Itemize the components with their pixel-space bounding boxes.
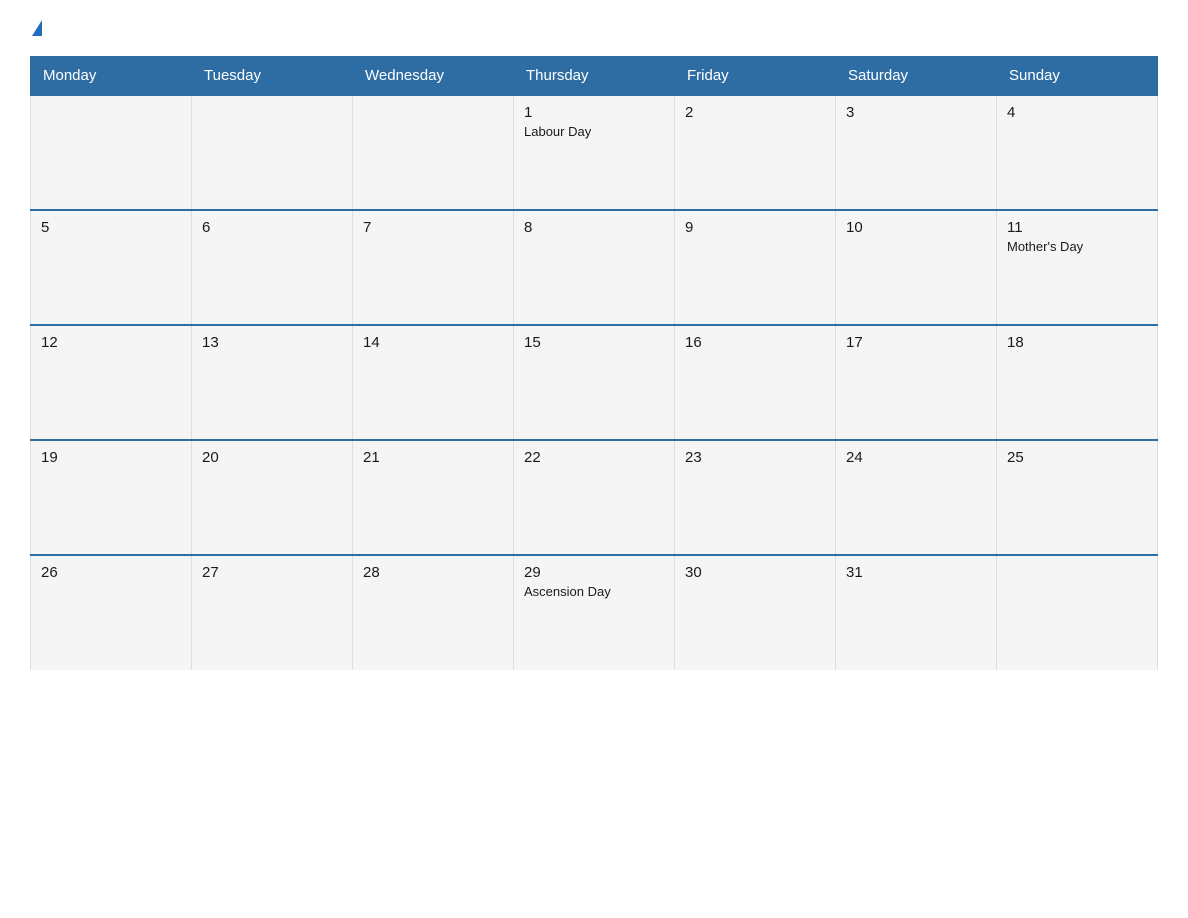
calendar-cell: 5 [31, 210, 192, 325]
holiday-name: Labour Day [524, 124, 664, 139]
calendar-cell: 24 [836, 440, 997, 555]
calendar-cell: 3 [836, 95, 997, 210]
calendar-cell: 31 [836, 555, 997, 670]
day-number: 20 [202, 449, 342, 466]
page-header [30, 20, 1158, 38]
calendar-cell: 28 [353, 555, 514, 670]
day-number: 22 [524, 449, 664, 466]
calendar-cell: 30 [675, 555, 836, 670]
day-number: 15 [524, 334, 664, 351]
day-number: 28 [363, 564, 503, 581]
calendar-cell: 17 [836, 325, 997, 440]
calendar-cell: 6 [192, 210, 353, 325]
calendar-cell: 1 Labour Day [514, 95, 675, 210]
calendar-cell: 18 [997, 325, 1158, 440]
logo [30, 20, 42, 38]
calendar-cell: 13 [192, 325, 353, 440]
calendar-cell: 11 Mother's Day [997, 210, 1158, 325]
calendar-cell: 23 [675, 440, 836, 555]
day-number: 7 [363, 219, 503, 236]
calendar-cell: 25 [997, 440, 1158, 555]
weekday-header-thursday: Thursday [514, 57, 675, 96]
day-number: 8 [524, 219, 664, 236]
calendar-cell: 27 [192, 555, 353, 670]
calendar-week-row: 12 13 14 15 16 17 18 [31, 325, 1158, 440]
day-number: 30 [685, 564, 825, 581]
day-number: 5 [41, 219, 181, 236]
day-number: 26 [41, 564, 181, 581]
calendar-cell [31, 95, 192, 210]
holiday-name: Mother's Day [1007, 239, 1147, 254]
calendar-cell: 7 [353, 210, 514, 325]
calendar-cell: 15 [514, 325, 675, 440]
calendar-cell: 19 [31, 440, 192, 555]
day-number: 23 [685, 449, 825, 466]
day-number: 25 [1007, 449, 1147, 466]
calendar-cell: 4 [997, 95, 1158, 210]
calendar-cell: 21 [353, 440, 514, 555]
calendar-cell: 29 Ascension Day [514, 555, 675, 670]
day-number: 24 [846, 449, 986, 466]
calendar-cell: 26 [31, 555, 192, 670]
calendar-cell: 10 [836, 210, 997, 325]
calendar-week-row: 19 20 21 22 23 24 25 [31, 440, 1158, 555]
day-number: 4 [1007, 104, 1147, 121]
calendar-cell: 2 [675, 95, 836, 210]
weekday-header-row: MondayTuesdayWednesdayThursdayFridaySatu… [31, 57, 1158, 96]
day-number: 29 [524, 564, 664, 581]
day-number: 1 [524, 104, 664, 121]
calendar-cell: 22 [514, 440, 675, 555]
calendar-cell: 20 [192, 440, 353, 555]
calendar-cell: 9 [675, 210, 836, 325]
calendar-cell [997, 555, 1158, 670]
weekday-header-wednesday: Wednesday [353, 57, 514, 96]
calendar-header: MondayTuesdayWednesdayThursdayFridaySatu… [31, 57, 1158, 96]
day-number: 19 [41, 449, 181, 466]
logo-triangle-icon [32, 20, 42, 36]
day-number: 18 [1007, 334, 1147, 351]
day-number: 9 [685, 219, 825, 236]
holiday-name: Ascension Day [524, 584, 664, 599]
calendar-week-row: 1 Labour Day 2 3 4 [31, 95, 1158, 210]
calendar-cell: 16 [675, 325, 836, 440]
day-number: 27 [202, 564, 342, 581]
day-number: 11 [1007, 219, 1147, 236]
weekday-header-sunday: Sunday [997, 57, 1158, 96]
calendar-cell [192, 95, 353, 210]
day-number: 14 [363, 334, 503, 351]
weekday-header-friday: Friday [675, 57, 836, 96]
day-number: 2 [685, 104, 825, 121]
day-number: 6 [202, 219, 342, 236]
calendar-week-row: 26 27 28 29 Ascension Day 30 31 [31, 555, 1158, 670]
day-number: 12 [41, 334, 181, 351]
calendar-cell [353, 95, 514, 210]
calendar-body: 1Labour Day234567891011Mother's Day12131… [31, 95, 1158, 670]
day-number: 16 [685, 334, 825, 351]
calendar-week-row: 5 6 7 8 9 10 11 Mother's Day [31, 210, 1158, 325]
weekday-header-saturday: Saturday [836, 57, 997, 96]
day-number: 10 [846, 219, 986, 236]
calendar-cell: 14 [353, 325, 514, 440]
weekday-header-monday: Monday [31, 57, 192, 96]
calendar-cell: 12 [31, 325, 192, 440]
day-number: 31 [846, 564, 986, 581]
day-number: 17 [846, 334, 986, 351]
day-number: 21 [363, 449, 503, 466]
weekday-header-tuesday: Tuesday [192, 57, 353, 96]
calendar-cell: 8 [514, 210, 675, 325]
day-number: 13 [202, 334, 342, 351]
day-number: 3 [846, 104, 986, 121]
calendar-table: MondayTuesdayWednesdayThursdayFridaySatu… [30, 56, 1158, 670]
